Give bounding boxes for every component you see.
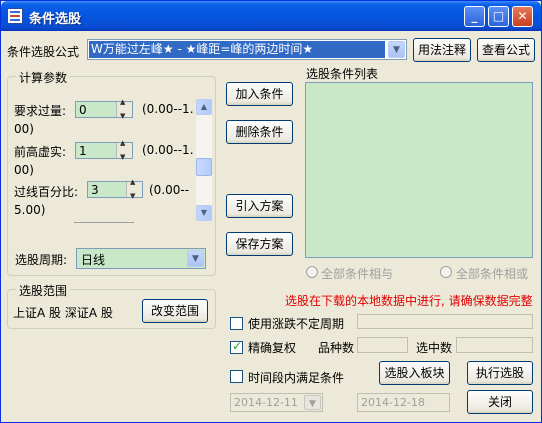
radio-or-label: 全部条件相或 [456,267,529,281]
save-plan-button[interactable]: 保存方案 [226,232,293,256]
chevron-down-icon[interactable]: ▼ [187,250,204,267]
param-range: (0.00--1. [142,143,194,157]
formula-selected-value: W万能过左峰★ - ★峰距=峰的两边时间★ [89,41,385,58]
close-window-button[interactable]: ✕ [512,6,533,27]
chevron-down-icon[interactable]: ▼ [304,395,321,410]
period-condition-label: 时间段内满足条件 [248,371,345,385]
period-select[interactable]: 日线 ▼ [76,248,206,269]
minimize-button[interactable]: _ [464,6,485,27]
range-group: 选股范围 上证A 股 深证A 股 改变范围 [7,282,216,329]
window-title: 条件选股 [29,12,82,27]
date-from-value: 2014-12-11 [234,396,298,409]
param-range-end: 5.00) [14,203,46,217]
param-label: 前高虚实: [14,145,67,159]
count-label: 品种数 [318,341,355,355]
param-value: 3 [91,183,99,197]
scroll-thumb[interactable] [196,158,212,176]
param-label: 过线百分比: [14,185,79,199]
formula-label: 条件选股公式 [7,45,80,59]
param-range-end: 00) [14,163,34,177]
date-to-picker[interactable]: 2014-12-18 [357,393,450,412]
param-input[interactable]: 3 [87,178,143,200]
params-group-title: 计算参数 [16,69,71,86]
add-condition-button[interactable]: 加入条件 [226,82,293,106]
params-group: 计算参数 要求过量: 0 (0.00--1. 00) 前高虚实: 1 (0.00… [7,69,216,276]
selected-value [456,337,533,353]
change-range-button[interactable]: 改变范围 [142,299,208,323]
param-label: 要求过量: [14,104,67,118]
period-label: 选股周期: [15,253,68,267]
import-plan-button[interactable]: 引入方案 [226,194,293,218]
param-value: 0 [79,103,87,117]
spin-arrows-icon[interactable] [116,139,132,161]
scroll-up-icon[interactable]: ▲ [196,99,212,115]
period-value: 日线 [81,253,106,267]
limit-period-label: 使用涨跌不定周期 [248,317,345,331]
data-note: 选股在下载的本地数据中进行, 请确保数据完整 [285,294,533,308]
spin-arrows-icon[interactable] [116,98,132,120]
condition-list-title: 选股条件列表 [306,67,379,81]
radio-and-label: 全部条件相与 [321,267,394,281]
formula-select[interactable]: W万能过左峰★ - ★峰距=峰的两边时间★ ▼ [87,39,407,60]
close-button[interactable]: 关闭 [467,390,533,414]
count-value [357,337,408,353]
dialog-window: 条件选股 _ □ ✕ 条件选股公式 W万能过左峰★ - ★峰距=峰的两边时间★ … [0,0,542,423]
param-value: 1 [79,144,87,158]
limit-period-checkbox[interactable] [230,317,243,330]
view-formula-button[interactable]: 查看公式 [477,38,535,62]
usage-notes-button[interactable]: 用法注释 [413,38,471,62]
selected-label: 选中数 [416,341,453,355]
range-text: 上证A 股 深证A 股 [13,306,113,320]
to-block-button[interactable]: 选股入板块 [379,361,450,385]
delete-condition-button[interactable]: 删除条件 [226,120,293,144]
param-divider [74,222,134,223]
adjust-label: 精确复权 [248,341,297,355]
app-icon [7,8,23,24]
condition-list[interactable] [305,82,533,258]
limit-period-input[interactable] [357,314,533,329]
param-range: (0.00-- [149,183,190,197]
period-condition-checkbox[interactable] [230,370,243,383]
adjust-checkbox[interactable] [230,339,243,354]
execute-button[interactable]: 执行选股 [467,361,533,385]
radio-or[interactable] [440,266,452,278]
range-group-title: 选股范围 [16,282,71,299]
scroll-down-icon[interactable]: ▼ [196,205,212,221]
date-to-value: 2014-12-18 [361,396,425,409]
radio-and[interactable] [306,266,318,278]
chevron-down-icon[interactable]: ▼ [388,41,405,58]
param-input[interactable]: 1 [75,139,133,161]
param-range-end: 00) [14,122,34,136]
param-input[interactable]: 0 [75,98,133,120]
title-bar[interactable]: 条件选股 _ □ ✕ [1,1,541,31]
params-scrollbar[interactable]: ▲ ▼ [196,99,212,221]
param-range: (0.00--1. [142,102,194,116]
spin-arrows-icon[interactable] [126,178,142,200]
maximize-button[interactable]: □ [488,6,509,27]
date-from-picker[interactable]: 2014-12-11 ▼ [230,393,323,412]
